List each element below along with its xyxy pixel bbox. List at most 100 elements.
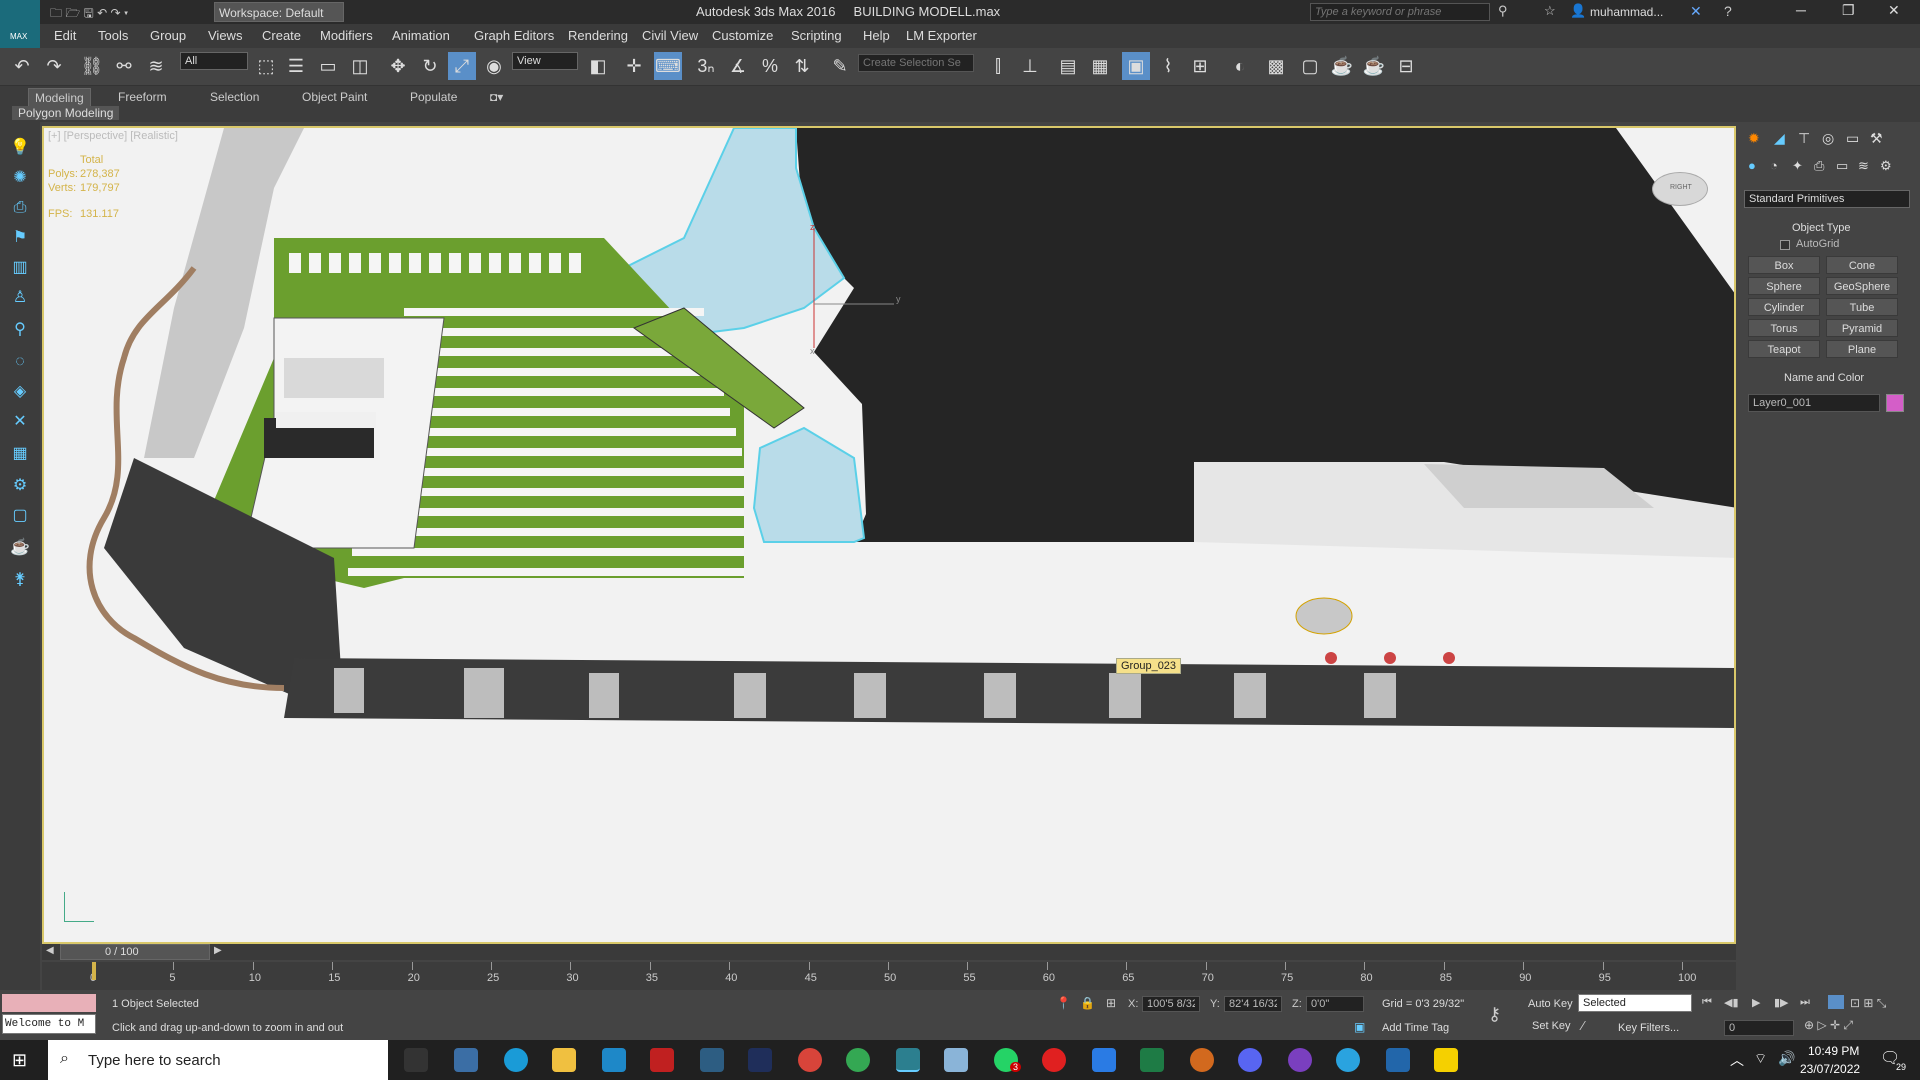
absolute-mode-icon[interactable]: ⊞ xyxy=(1106,996,1116,1010)
helper-icon[interactable]: ⚑ xyxy=(8,226,32,250)
maximize-button[interactable]: ❐ xyxy=(1842,2,1855,19)
group-icon[interactable]: ⚙ xyxy=(8,474,32,498)
render-iterative-icon[interactable]: ☕ xyxy=(1360,52,1388,80)
unlink-icon[interactable]: ⚯ xyxy=(110,52,138,80)
align-icon[interactable]: ⊥ xyxy=(1016,52,1044,80)
sketchup-icon[interactable] xyxy=(700,1048,724,1072)
cmd-tab-create-icon[interactable]: ✹ xyxy=(1748,130,1760,147)
excel-icon[interactable] xyxy=(1140,1048,1164,1072)
prev-key-icon[interactable]: ◀▮ xyxy=(1724,996,1739,1009)
lock-icon[interactable]: 🔒 xyxy=(1080,996,1095,1010)
workspace-dropdown[interactable]: Workspace: Default xyxy=(214,2,344,22)
helpers-icon[interactable]: ▭ xyxy=(1836,158,1848,174)
lamp-icon[interactable]: ⚲ xyxy=(8,318,32,342)
calculator-icon[interactable] xyxy=(454,1048,478,1072)
select-manipulate-icon[interactable]: ✛ xyxy=(620,52,648,80)
keyboard-shortcut-icon[interactable]: ⌨ xyxy=(654,52,682,80)
cone-button[interactable]: Cone xyxy=(1826,256,1898,274)
render-setup-icon[interactable]: ▩ xyxy=(1262,52,1290,80)
acrobat-icon[interactable] xyxy=(650,1048,674,1072)
menu-graph-editors[interactable]: Graph Editors xyxy=(474,28,554,43)
auto-key-button[interactable]: Auto Key xyxy=(1528,998,1573,1010)
quick-access-icons[interactable]: 🗀 🗁 🖫 ↶ ↷ ▾ xyxy=(50,4,128,25)
cube-app-icon[interactable] xyxy=(1386,1048,1410,1072)
help-search-input[interactable] xyxy=(1310,3,1490,21)
task-view-icon[interactable] xyxy=(404,1048,428,1072)
move-icon[interactable]: ✥ xyxy=(384,52,412,80)
prev-frame-icon[interactable]: ◀ xyxy=(46,945,54,956)
material-editor-icon[interactable]: ◐ xyxy=(1226,52,1254,80)
tab-object-paint[interactable]: Object Paint xyxy=(296,88,373,106)
teapot-button[interactable]: Teapot xyxy=(1748,340,1820,358)
grammarly-icon[interactable] xyxy=(1190,1048,1214,1072)
maxscript-welcome[interactable]: Welcome to M xyxy=(2,1014,96,1034)
menu-edit[interactable]: Edit xyxy=(54,28,76,43)
menu-modifiers[interactable]: Modifiers xyxy=(320,28,373,43)
cylinder-button[interactable]: Cylinder xyxy=(1748,298,1820,316)
menu-rendering[interactable]: Rendering xyxy=(568,28,628,43)
pyramid-button[interactable]: Pyramid xyxy=(1826,319,1898,337)
geosphere-button[interactable]: GeoSphere xyxy=(1826,277,1898,295)
window-crossing-icon[interactable]: ◫ xyxy=(346,52,374,80)
key-mode-toggle-icon[interactable] xyxy=(1828,995,1844,1009)
percent-snap-icon[interactable]: % xyxy=(756,52,784,80)
spinner-snap-icon[interactable]: ⇅ xyxy=(788,52,816,80)
pivot-center-icon[interactable]: ◧ xyxy=(584,52,612,80)
cameras-icon[interactable]: ⎙ xyxy=(1814,158,1824,174)
notes-icon[interactable] xyxy=(944,1048,968,1072)
cmd-tab-display-icon[interactable]: ▭ xyxy=(1846,130,1859,147)
app-logo[interactable]: MAX xyxy=(0,0,40,48)
cmd-tab-utilities-icon[interactable]: ⚒ xyxy=(1870,130,1883,147)
time-slider-thumb[interactable]: 0 / 100 xyxy=(60,944,210,960)
geometry-icon[interactable]: ● xyxy=(1748,158,1756,173)
cmd-tab-modify-icon[interactable]: ◢ xyxy=(1774,130,1785,147)
schematic-view-icon[interactable]: ⊞ xyxy=(1186,52,1214,80)
maxscript-listener-mini[interactable] xyxy=(2,994,96,1012)
file-explorer-icon[interactable] xyxy=(552,1048,576,1072)
viewcube[interactable]: RIGHT xyxy=(1652,172,1708,206)
telegram-icon[interactable] xyxy=(1336,1048,1360,1072)
name-color-title[interactable]: Name and Color xyxy=(1784,372,1864,384)
clock-date[interactable]: 23/07/2022 xyxy=(1800,1062,1860,1076)
panel-icon[interactable]: ▦ xyxy=(8,442,32,466)
object-color-swatch[interactable] xyxy=(1886,394,1904,412)
rotate-icon[interactable]: ↻ xyxy=(416,52,444,80)
tangent-icon[interactable]: ⁄ xyxy=(1582,1018,1584,1033)
clock-time[interactable]: 10:49 PM xyxy=(1808,1044,1859,1058)
tab-modeling[interactable]: Modeling xyxy=(28,88,91,108)
viewport-nav-icons[interactable]: ⊕ ▷ ✛ ⤢ xyxy=(1804,1018,1853,1033)
chrome-icon[interactable] xyxy=(798,1048,822,1072)
curve-editor-icon[interactable]: ⌇ xyxy=(1154,52,1182,80)
menu-help[interactable]: Help xyxy=(863,28,890,43)
key-mode-dropdown[interactable]: Selected xyxy=(1578,994,1692,1012)
book-icon[interactable]: ▥ xyxy=(8,256,32,280)
wifi-icon[interactable]: ⌔ xyxy=(1754,1050,1767,1068)
primitives-dropdown[interactable]: Standard Primitives xyxy=(1744,190,1910,208)
volume-icon[interactable]: 🔊 xyxy=(1778,1050,1795,1067)
menu-group[interactable]: Group xyxy=(150,28,186,43)
sun-icon[interactable]: ✺ xyxy=(8,166,32,190)
reference-coord-dropdown[interactable]: View xyxy=(512,52,578,70)
menu-civil-view[interactable]: Civil View xyxy=(642,28,698,43)
z-coord-field[interactable] xyxy=(1306,996,1364,1012)
shader-icon[interactable]: ◈ xyxy=(8,380,32,404)
user-name[interactable]: muhammad... xyxy=(1590,5,1663,19)
opera-icon[interactable] xyxy=(1042,1048,1066,1072)
render-cloud-icon[interactable]: ⊟ xyxy=(1392,52,1420,80)
tab-selection[interactable]: Selection xyxy=(204,88,265,106)
goto-end-icon[interactable]: ⏭ xyxy=(1800,996,1810,1009)
systems-icon[interactable]: ⚙ xyxy=(1880,158,1892,174)
lights-icon[interactable]: ✦ xyxy=(1792,158,1803,174)
mirror-icon[interactable]: ⫿ xyxy=(984,52,1012,80)
bind-space-warp-icon[interactable]: ≋ xyxy=(142,52,170,80)
zoom-all-icons[interactable]: ⊡ ⊞ ⤡ xyxy=(1850,996,1886,1011)
taskbar-search[interactable]: ⌕ Type here to search xyxy=(48,1040,388,1080)
sphere-button[interactable]: Sphere xyxy=(1748,277,1820,295)
time-tag-icon[interactable]: ▣ xyxy=(1354,1020,1365,1034)
object-name-input[interactable] xyxy=(1748,394,1880,412)
discord-icon[interactable] xyxy=(1238,1048,1262,1072)
named-selection-input[interactable] xyxy=(858,54,974,72)
current-frame-field[interactable] xyxy=(1724,1020,1794,1036)
edge-icon[interactable] xyxy=(504,1048,528,1072)
next-key-icon[interactable]: ▮▶ xyxy=(1774,996,1789,1009)
